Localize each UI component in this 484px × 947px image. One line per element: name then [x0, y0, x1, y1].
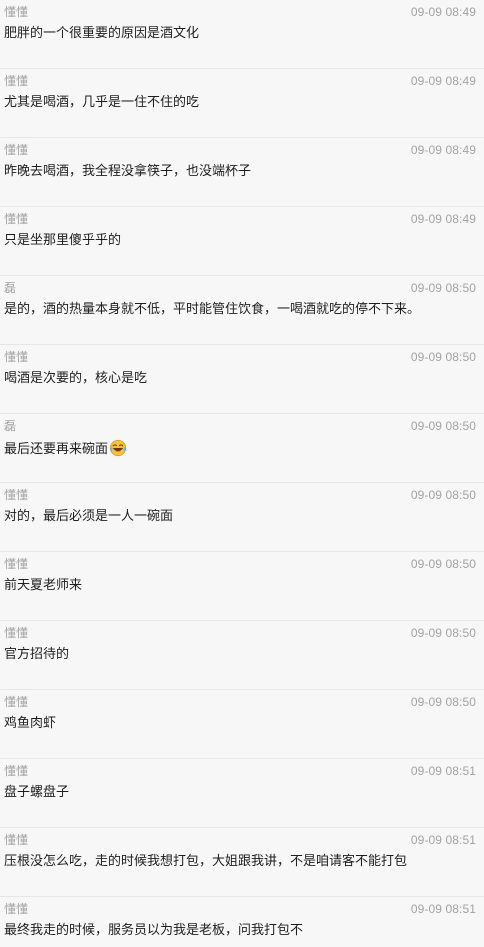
message-text: 鸡鱼肉虾 — [4, 716, 57, 731]
message-time: 09-09 08:49 — [410, 5, 476, 19]
chat-message[interactable]: 磊 09-09 08:50 是的，酒的热量本身就不低，平时能管住饮食，一喝酒就吃… — [0, 276, 484, 345]
message-text: 盘子螺盘子 — [4, 785, 70, 800]
chat-message[interactable]: 懂懂 09-09 08:51 压根没怎么吃，走的时候我想打包，大姐跟我讲，不是咱… — [0, 828, 484, 897]
chat-message-list[interactable]: 懂懂 09-09 08:49 肥胖的一个很重要的原因是酒文化 懂懂 09-09 … — [0, 0, 484, 947]
message-time: 09-09 08:50 — [410, 419, 476, 433]
message-text: 尤其是喝酒，几乎是一住不住的吃 — [4, 95, 200, 110]
sender-name: 懂懂 — [4, 833, 29, 847]
message-text: 肥胖的一个很重要的原因是酒文化 — [4, 26, 200, 41]
sender-name: 磊 — [4, 281, 17, 295]
message-time: 09-09 08:50 — [410, 626, 476, 640]
chat-message[interactable]: 懂懂 09-09 08:51 盘子螺盘子 — [0, 759, 484, 828]
message-time: 09-09 08:50 — [410, 695, 476, 709]
laughing-tears-emoji-icon — [109, 439, 127, 457]
sender-name: 懂懂 — [4, 212, 29, 226]
sender-name: 懂懂 — [4, 626, 29, 640]
message-text: 昨晚去喝酒，我全程没拿筷子，也没端杯子 — [4, 164, 252, 179]
chat-message[interactable]: 懂懂 09-09 08:50 鸡鱼肉虾 — [0, 690, 484, 759]
chat-message[interactable]: 懂懂 09-09 08:50 喝酒是次要的，核心是吃 — [0, 345, 484, 414]
chat-message[interactable]: 磊 09-09 08:50 最后还要再来碗面 — [0, 414, 484, 483]
message-time: 09-09 08:49 — [410, 74, 476, 88]
message-time: 09-09 08:50 — [410, 350, 476, 364]
message-time: 09-09 08:51 — [410, 833, 476, 847]
chat-message[interactable]: 懂懂 09-09 08:49 肥胖的一个很重要的原因是酒文化 — [0, 0, 484, 69]
sender-name: 懂懂 — [4, 350, 29, 364]
message-text: 压根没怎么吃，走的时候我想打包，大姐跟我讲，不是咱请客不能打包 — [4, 854, 408, 869]
chat-message[interactable]: 懂懂 09-09 08:49 昨晚去喝酒，我全程没拿筷子，也没端杯子 — [0, 138, 484, 207]
sender-name: 懂懂 — [4, 902, 29, 916]
sender-name: 懂懂 — [4, 557, 29, 571]
message-text: 对的，最后必须是一人一碗面 — [4, 509, 174, 524]
sender-name: 懂懂 — [4, 488, 29, 502]
message-text-content: 最后还要再来碗面 — [4, 442, 109, 457]
message-time: 09-09 08:50 — [410, 557, 476, 571]
message-text: 只是坐那里傻乎乎的 — [4, 233, 122, 248]
message-time: 09-09 08:51 — [410, 902, 476, 916]
sender-name: 懂懂 — [4, 764, 29, 778]
message-text: 最后还要再来碗面 — [4, 439, 480, 459]
sender-name: 懂懂 — [4, 695, 29, 709]
message-text: 官方招待的 — [4, 647, 70, 662]
message-time: 09-09 08:50 — [410, 488, 476, 502]
message-time: 09-09 08:50 — [410, 281, 476, 295]
message-time: 09-09 08:49 — [410, 212, 476, 226]
message-text: 喝酒是次要的，核心是吃 — [4, 371, 148, 386]
sender-name: 懂懂 — [4, 5, 29, 19]
sender-name: 磊 — [4, 419, 17, 433]
message-time: 09-09 08:51 — [410, 764, 476, 778]
message-text: 是的，酒的热量本身就不低，平时能管住饮食，一喝酒就吃的停不下来。 — [4, 302, 421, 317]
chat-message[interactable]: 懂懂 09-09 08:50 官方招待的 — [0, 621, 484, 690]
chat-message[interactable]: 懂懂 09-09 08:51 最终我走的时候，服务员以为我是老板，问我打包不 — [0, 897, 484, 947]
chat-message[interactable]: 懂懂 09-09 08:49 尤其是喝酒，几乎是一住不住的吃 — [0, 69, 484, 138]
message-text: 最终我走的时候，服务员以为我是老板，问我打包不 — [4, 923, 304, 938]
message-time: 09-09 08:49 — [410, 143, 476, 157]
sender-name: 懂懂 — [4, 143, 29, 157]
sender-name: 懂懂 — [4, 74, 29, 88]
chat-message[interactable]: 懂懂 09-09 08:49 只是坐那里傻乎乎的 — [0, 207, 484, 276]
chat-message[interactable]: 懂懂 09-09 08:50 前天夏老师来 — [0, 552, 484, 621]
message-text: 前天夏老师来 — [4, 578, 83, 593]
chat-message[interactable]: 懂懂 09-09 08:50 对的，最后必须是一人一碗面 — [0, 483, 484, 552]
